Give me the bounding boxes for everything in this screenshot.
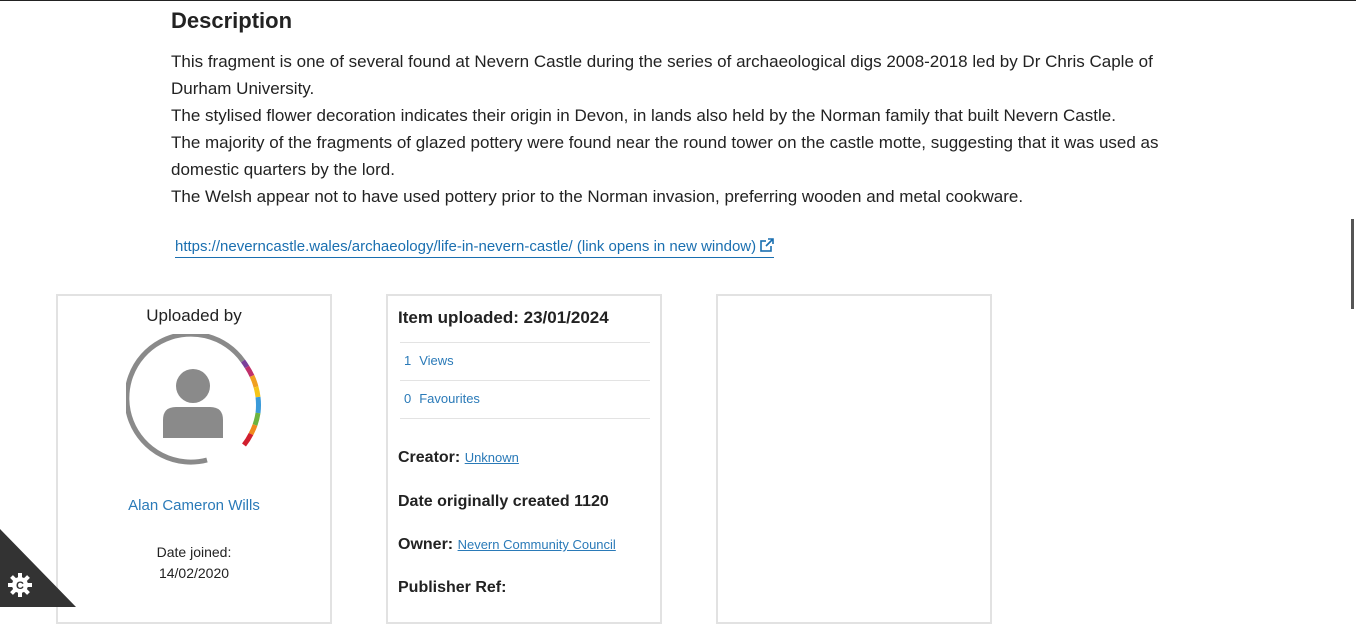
divider (400, 418, 650, 419)
description-heading: Description (171, 8, 293, 33)
description-paragraph: The majority of the fragments of glazed … (171, 133, 1159, 179)
date-joined-value: 14/02/2020 (158, 565, 230, 581)
favourites-stat[interactable]: 0 Favourites (400, 380, 650, 417)
user-avatar-icon[interactable] (126, 334, 266, 474)
external-link[interactable]: https://neverncastle.wales/archaeology/l… (175, 238, 775, 258)
date-created: Date originally created 1120 (398, 493, 609, 510)
description-paragraph: This fragment is one of several found at… (171, 52, 1153, 98)
uploader-card: Uploaded by Alan Cameron Wills Date join… (56, 294, 332, 624)
favourites-count: 0 (404, 391, 412, 406)
item-uploaded-heading: Item uploaded: 23/01/2024 (398, 308, 609, 327)
favourites-label: Favourites (419, 391, 480, 406)
empty-card (716, 294, 992, 624)
gear-icon: C (8, 573, 32, 597)
owner-row: Owner: Nevern Community Council (398, 536, 616, 554)
scrollbar[interactable] (1351, 219, 1354, 309)
svg-text:C: C (16, 580, 24, 592)
owner-link[interactable]: Nevern Community Council (458, 537, 616, 552)
external-link-icon (760, 238, 775, 252)
owner-label: Owner: (398, 536, 454, 553)
description-paragraph: The stylised flower decoration indicates… (171, 106, 1116, 125)
uploader-name-link[interactable]: Alan Cameron Wills (58, 497, 330, 514)
cookie-settings-button[interactable]: C (0, 529, 76, 607)
views-count: 1 (404, 353, 412, 368)
publisher-ref-label: Publisher Ref: (398, 579, 507, 596)
creator-label: Creator: (398, 449, 461, 466)
date-joined-label: Date joined: (156, 544, 232, 560)
external-link-text: https://neverncastle.wales/archaeology/l… (175, 238, 757, 255)
creator-row: Creator: Unknown (398, 449, 519, 467)
description-paragraph: The Welsh appear not to have used potter… (171, 187, 1024, 206)
item-details-card: Item uploaded: 23/01/2024 1 Views 0 Favour… (386, 294, 662, 624)
uploaded-by-label: Uploaded by (146, 306, 242, 325)
views-label: Views (419, 353, 454, 368)
creator-link[interactable]: Unknown (465, 450, 519, 465)
description-body: This fragment is one of several found at… (171, 48, 1181, 210)
views-stat[interactable]: 1 Views (400, 342, 650, 379)
